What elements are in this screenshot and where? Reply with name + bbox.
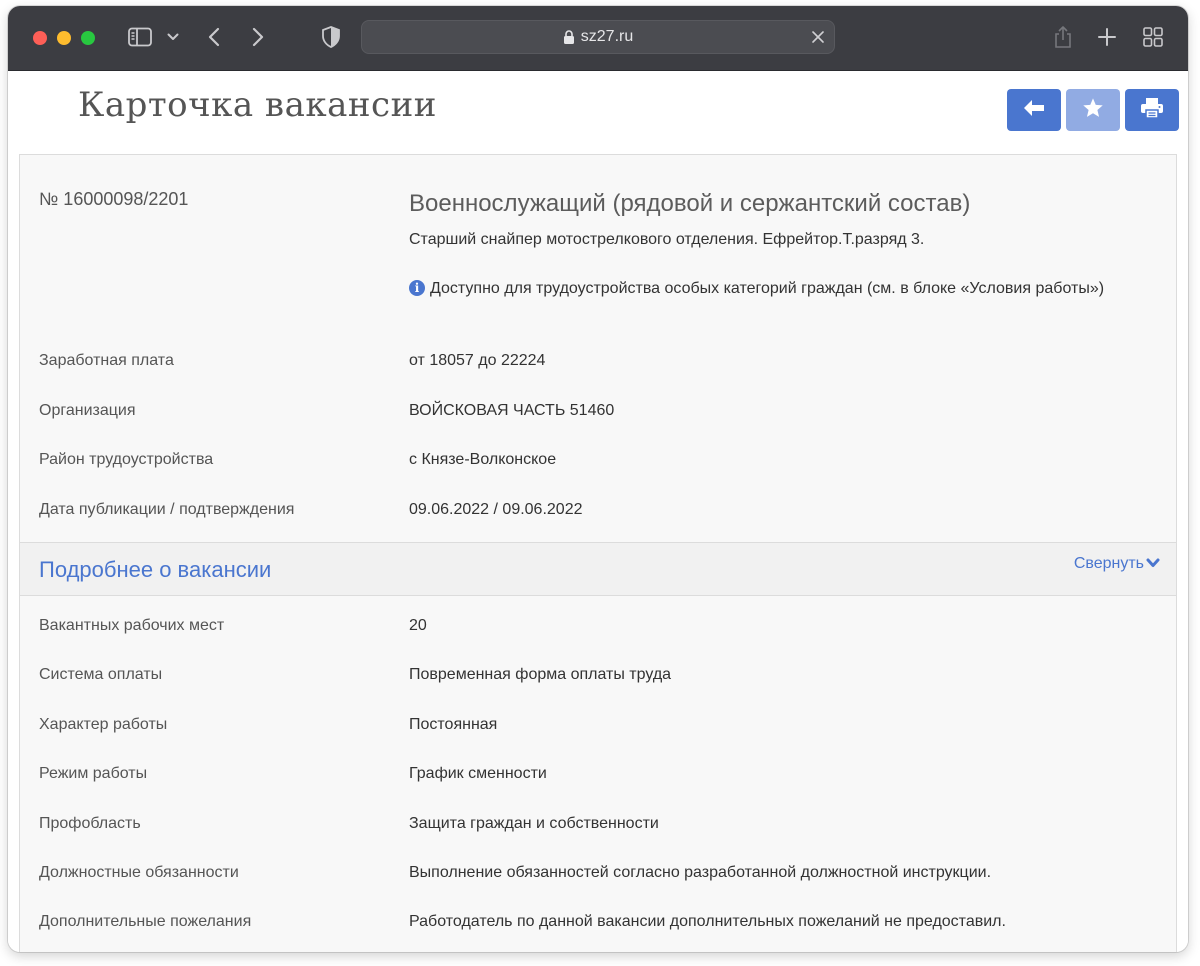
row-value-dates: 09.06.2022 / 09.06.2022 (409, 501, 583, 518)
row-value-wishes: Работодатель по данной вакансии дополнит… (409, 913, 1006, 930)
url-text: sz27.ru (580, 28, 634, 45)
row-value-schedule: График сменности (409, 765, 547, 782)
row-value-work-type: Постоянная (409, 716, 498, 733)
new-tab-plus-icon[interactable] (1096, 26, 1118, 48)
browser-forward-icon[interactable] (248, 26, 268, 48)
vacancy-number: № 16000098/2201 (39, 189, 189, 209)
vacancy-card: № 16000098/2201 Военнослужащий (рядовой … (19, 154, 1177, 952)
back-button[interactable] (1007, 89, 1061, 131)
collapse-link[interactable]: Свернуть (1074, 555, 1160, 573)
shield-icon[interactable] (320, 25, 342, 49)
close-window-button[interactable] (33, 31, 47, 45)
chevron-down-icon[interactable] (166, 28, 180, 46)
star-icon (1082, 97, 1104, 124)
collapse-label: Свернуть (1073, 555, 1144, 572)
vacancy-subtitle: Старший снайпер мотострелкового отделени… (409, 231, 925, 248)
printer-icon (1140, 97, 1164, 124)
browser-back-icon[interactable] (204, 26, 224, 48)
close-icon[interactable] (810, 29, 826, 45)
browser-toolbar: sz27.ru (8, 6, 1188, 71)
special-categories-note: i Доступно для трудоустройства особых кат… (409, 277, 1129, 301)
sidebar-toggle-icon[interactable] (128, 27, 152, 47)
note-text: Доступно для трудоустройства особых кате… (430, 280, 1105, 297)
details-section-title: Подробнее о вакансии (39, 557, 272, 582)
chevron-down-icon (1144, 555, 1160, 573)
row-label-wishes: Дополнительные пожелания (39, 913, 252, 930)
address-bar[interactable]: sz27.ru (361, 20, 835, 54)
row-label-salary: Заработная плата (39, 352, 174, 369)
row-label-vacancies: Вакантных рабочих мест (39, 617, 225, 634)
row-label-organization: Организация (39, 402, 136, 419)
zoom-window-button[interactable] (81, 31, 95, 45)
favorite-button[interactable] (1066, 89, 1120, 131)
row-value-vacancies: 20 (409, 617, 427, 634)
row-label-payment-system: Система оплаты (39, 666, 163, 683)
row-label-schedule: Режим работы (39, 765, 148, 782)
minimize-window-button[interactable] (57, 31, 71, 45)
page-title: Карточка вакансии (78, 85, 437, 125)
row-value-organization: ВОЙСКОВАЯ ЧАСТЬ 51460 (409, 402, 615, 419)
row-label-work-type: Характер работы (39, 716, 168, 733)
row-label-profarea: Профобласть (39, 815, 141, 832)
lock-icon (563, 30, 575, 44)
row-value-district: с Князе-Волконское (409, 451, 557, 468)
row-value-salary: от 18057 до 22224 (409, 352, 546, 369)
details-section-header: Подробнее о вакансии Свернуть (20, 542, 1176, 596)
browser-window: sz27.ru Карточка вакансии № 16000098/220… (8, 6, 1188, 952)
row-value-profarea: Защита граждан и собственности (409, 815, 659, 832)
row-label-dates: Дата публикации / подтверждения (39, 501, 295, 518)
row-label-district: Район трудоустройства (39, 451, 214, 468)
vacancy-title: Военнослужащий (рядовой и сержантский со… (409, 190, 971, 217)
print-button[interactable] (1125, 89, 1179, 131)
arrow-left-icon (1022, 98, 1046, 123)
row-value-duties: Выполнение обязанностей согласно разрабо… (409, 864, 992, 881)
tab-overview-icon[interactable] (1142, 26, 1164, 48)
info-icon: i (409, 280, 425, 296)
row-value-payment-system: Повременная форма оплаты труда (409, 666, 672, 683)
page-content: Карточка вакансии № 16000098/2201 Военно… (8, 71, 1188, 952)
row-label-duties: Должностные обязанности (39, 864, 239, 881)
share-icon[interactable] (1052, 24, 1074, 50)
